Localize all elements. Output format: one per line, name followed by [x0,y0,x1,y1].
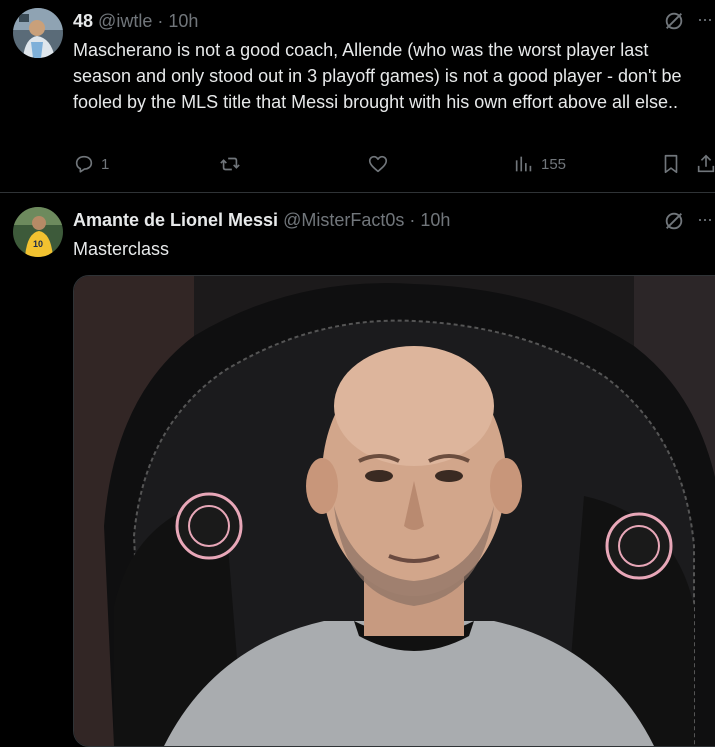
tweet[interactable]: 48 @iwtle · 10h ··· Mascherano is not a … [0,0,715,193]
views-button[interactable]: 155 [513,152,566,176]
retweet-button[interactable] [219,152,247,176]
tweet-header: 48 @iwtle · 10h [73,10,655,32]
more-icon[interactable]: ··· [697,210,715,232]
more-icon[interactable]: ··· [697,10,715,32]
bookmark-button[interactable] [660,152,682,176]
share-button[interactable] [695,152,715,176]
author-name[interactable]: Amante de Lionel Messi [73,210,278,230]
reply-button[interactable]: 1 [73,152,109,176]
tweet-photo[interactable] [73,275,715,747]
tweet-text: Masterclass [73,239,170,259]
timestamp[interactable]: 10h [420,210,450,230]
separator-dot: · [409,210,416,230]
views-count: 155 [541,155,567,173]
svg-text:10: 10 [33,239,43,249]
like-button[interactable] [367,152,395,176]
author-handle[interactable]: @MisterFact0s [283,210,404,230]
tweet[interactable]: 10 Amante de Lionel Messi @MisterFact0s … [0,193,715,747]
reply-icon [75,155,93,173]
timestamp[interactable]: 10h [168,11,198,31]
grok-icon[interactable] [663,210,685,232]
bookmark-icon [664,154,678,174]
author-handle[interactable]: @iwtle [98,11,152,31]
tweet-text: Mascherano is not a good coach, Allende … [73,40,682,112]
avatar[interactable]: 10 [13,207,63,257]
photo-icon [74,276,715,746]
grok-icon[interactable] [663,10,685,32]
retweet-icon [220,157,240,171]
reply-count: 1 [101,155,110,173]
tweet-header: Amante de Lionel Messi @MisterFact0s · 1… [73,209,655,231]
separator-dot: · [157,11,164,31]
action-bar: 1 155 [73,152,715,176]
avatar[interactable] [13,8,63,58]
heart-icon [368,155,388,173]
analytics-icon [515,156,532,172]
share-icon [697,154,715,173]
author-name[interactable]: 48 [73,11,93,31]
